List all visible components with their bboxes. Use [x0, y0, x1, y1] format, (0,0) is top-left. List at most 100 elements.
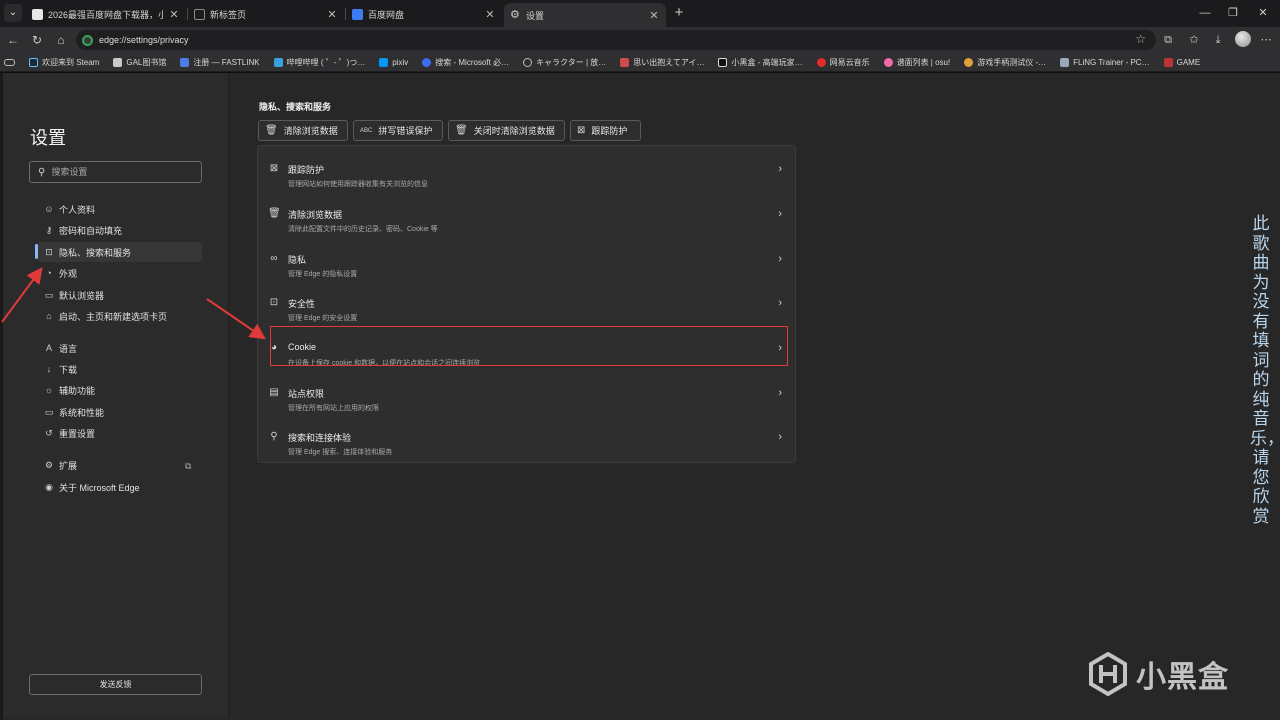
bookmark-item[interactable]: GAL图书馆 — [113, 57, 166, 68]
sidebar-item-accessibility[interactable]: ☼ 辅助功能 — [38, 380, 202, 400]
row-search-connected[interactable]: ⚲ 搜索和连接体验 管理 Edge 搜索、连接体验和服务 › — [268, 420, 788, 460]
profile-avatar[interactable] — [1235, 31, 1251, 47]
close-window-icon[interactable]: ✕ — [1250, 4, 1276, 22]
bookmark-favicon-icon — [718, 57, 728, 67]
tab-settings[interactable]: ⚙ 设置 ✕ — [504, 3, 666, 27]
laptop-icon: ▭ — [44, 407, 54, 417]
sidebar-item-label: 默认浏览器 — [59, 290, 105, 301]
row-title: 隐私 — [288, 255, 307, 265]
search-input[interactable] — [51, 167, 192, 177]
search-settings-field[interactable]: ⚲ — [29, 161, 202, 183]
row-title: 跟踪防护 — [288, 165, 325, 175]
extensions-puzzle-icon[interactable]: ⧉ — [1160, 32, 1176, 48]
tab-baidu-downloader[interactable]: 2026最强百度网盘下载器，小白必 ✕ — [26, 3, 186, 25]
tab-actions-menu-button[interactable]: ⌄ — [4, 4, 22, 22]
lock-icon: ⊡ — [45, 247, 53, 257]
bookmark-label: 思い出抱えてアイ… — [633, 57, 705, 67]
chip-typo-protection[interactable]: ABC 拼写错误保护 — [353, 120, 443, 141]
row-description: 管理在所有网站上应用的权限 — [288, 405, 379, 412]
row-clear-browsing-data[interactable]: 🗑 清除浏览数据 清除此配置文件中的历史记录、密码、Cookie 等 › — [268, 197, 788, 237]
sidebar-item-passwords[interactable]: ⚷ 密码和自动填充 — [38, 220, 202, 240]
row-site-permissions[interactable]: ▤ 站点权限 管理在所有网站上应用的权限 › — [268, 376, 788, 416]
bookmark-item[interactable]: 谱面列表 | osu! — [883, 57, 950, 68]
restore-icon[interactable]: ❐ — [1220, 4, 1246, 22]
chip-label: 拼写错误保护 — [378, 126, 433, 136]
tab-close-icon[interactable]: ✕ — [648, 9, 660, 22]
sidebar-item-extensions[interactable]: ⚙ 扩展 — [38, 455, 202, 475]
sidebar-item-about[interactable]: ◉ 关于 Microsoft Edge — [38, 477, 202, 497]
bookmark-label: 注册 — FASTLINK — [193, 57, 260, 67]
bookmark-item[interactable]: 小黑盒 - 高端玩家… — [718, 57, 803, 68]
bookmark-item[interactable]: GAME — [1163, 57, 1200, 67]
tab-close-icon[interactable]: ✕ — [484, 8, 496, 21]
annotation-highlight-box — [270, 326, 788, 366]
row-security[interactable]: ⊡ 安全性 管理 Edge 的安全设置 › — [268, 286, 788, 326]
chevron-right-icon: › — [778, 297, 782, 309]
gear-icon: ⚙ — [510, 8, 520, 21]
accessibility-icon: ☼ — [44, 385, 54, 395]
bookmark-folder-icon[interactable] — [4, 58, 19, 66]
bookmark-item[interactable]: 游戏手柄测试仪 -… — [964, 57, 1046, 68]
row-title: 安全性 — [288, 299, 316, 309]
address-bar[interactable]: edge://settings/privacy ☆ — [76, 30, 1156, 50]
tab-favicon-icon — [32, 8, 43, 20]
tab-baidu-netdisk[interactable]: 百度网盘 ✕ — [346, 3, 502, 25]
bookmark-item[interactable]: 搜索 - Microsoft 必… — [422, 57, 509, 68]
address-url[interactable]: edge://settings/privacy — [99, 35, 189, 45]
sidebar-item-system[interactable]: ▭ 系统和性能 — [38, 402, 202, 422]
sidebar-item-profile[interactable]: ☺ 个人资料 — [38, 199, 202, 219]
chip-tracking-prevention[interactable]: ⊠ 跟踪防护 — [570, 120, 641, 141]
bookmark-favicon-icon — [113, 57, 123, 67]
edge-icon: ◉ — [45, 482, 53, 492]
vertical-caption: 此歌曲为没有填词的纯音乐，请您欣赏 — [1250, 214, 1280, 527]
chevron-right-icon: › — [778, 431, 782, 443]
bookmark-item[interactable]: 网易云音乐 — [816, 57, 870, 68]
sidebar-item-default-browser[interactable]: ▭ 默认浏览器 — [38, 285, 202, 305]
refresh-icon[interactable]: ↻ — [28, 31, 46, 49]
sidebar-item-start-home[interactable]: ⌂ 启动、主页和新建选项卡页 — [38, 306, 202, 326]
download-icon: ↓ — [46, 364, 52, 374]
external-link-icon: ⧉ — [185, 461, 192, 471]
bookmark-item[interactable]: pixiv — [379, 57, 408, 67]
chevron-right-icon: › — [778, 387, 782, 399]
bookmark-item[interactable]: キャラクター | 放… — [523, 57, 606, 68]
bookmark-item[interactable]: FLiNG Trainer - PC… — [1060, 57, 1150, 67]
sidebar-item-privacy[interactable]: ⊡ 隐私、搜索和服务 — [38, 242, 202, 262]
browser-icon: ▭ — [44, 290, 54, 300]
home-icon[interactable]: ⌂ — [52, 31, 70, 49]
favorite-star-icon[interactable]: ☆ — [1135, 32, 1146, 46]
sidebar-item-downloads[interactable]: ↓ 下载 — [38, 359, 202, 379]
key-icon: ⚷ — [45, 225, 53, 235]
back-arrow-icon[interactable]: ← — [4, 31, 22, 49]
chip-label: 清除浏览数据 — [283, 126, 338, 136]
tab-close-icon[interactable]: ✕ — [326, 8, 338, 21]
bookmark-favicon-icon — [273, 57, 283, 67]
xiaoheihe-watermark: 小黑盒 — [1088, 652, 1229, 696]
sidebar-item-label: 辅助功能 — [59, 385, 96, 396]
row-tracking-prevention[interactable]: ⊠ 跟踪防护 管理网站如何使用跟踪器收集有关浏览的信息 › — [268, 152, 788, 192]
bookmark-item[interactable]: 注册 — FASTLINK — [180, 57, 260, 68]
row-description: 管理 Edge 搜索、连接体验和服务 — [288, 449, 393, 456]
watermark-text: 小黑盒 — [1136, 661, 1229, 694]
bookmark-item[interactable]: 欢迎来到 Steam — [29, 57, 99, 68]
bookmark-item[interactable]: 哔哩哔哩 ( ゜- ゜)つ… — [273, 57, 365, 68]
favorites-icon[interactable]: ✩ — [1186, 32, 1202, 48]
bookmark-favicon-icon — [964, 57, 974, 67]
sidebar-item-languages[interactable]: A 语言 — [38, 338, 202, 358]
chevron-right-icon: › — [778, 253, 782, 265]
sidebar-item-appearance[interactable]: ◔ 外观 — [38, 263, 202, 283]
sidebar-item-label: 关于 Microsoft Edge — [59, 482, 140, 493]
sidebar-item-reset[interactable]: ↺ 重置设置 — [38, 423, 202, 443]
tab-new-tab-page[interactable]: 新标签页 ✕ — [188, 3, 344, 25]
row-privacy[interactable]: ∞ 隐私 管理 Edge 的隐私设置 › — [268, 242, 788, 282]
send-feedback-button[interactable]: 发送反馈 — [29, 674, 202, 695]
tab-close-icon[interactable]: ✕ — [168, 8, 180, 21]
more-menu-icon[interactable]: ⋯ — [1258, 32, 1274, 48]
chip-clear-browsing-data[interactable]: 🗑 清除浏览数据 — [258, 120, 348, 141]
minimize-icon[interactable]: — — [1192, 4, 1218, 22]
chip-clear-on-close[interactable]: 🗑 关闭时清除浏览数据 — [448, 120, 565, 141]
new-tab-button[interactable]: + — [670, 4, 688, 22]
downloads-icon[interactable]: ⤓ — [1210, 32, 1226, 48]
bookmark-item[interactable]: 思い出抱えてアイ… — [620, 57, 704, 68]
row-description: 清除此配置文件中的历史记录、密码、Cookie 等 — [288, 226, 438, 233]
